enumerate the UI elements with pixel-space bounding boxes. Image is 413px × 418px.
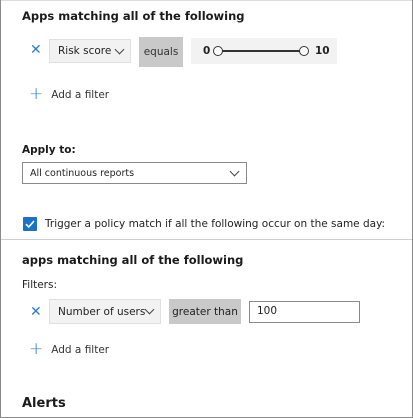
section2-heading: apps matching all of the following — [22, 253, 244, 267]
risk-range-slider[interactable]: 0 10 — [191, 38, 337, 64]
dropdown-value: All continuous reports — [30, 167, 135, 179]
risk-score-select[interactable]: Risk score — [49, 39, 131, 63]
range-min-label: 0 — [203, 45, 211, 57]
add-filter-label: Add a filter — [51, 88, 110, 101]
operator-greater-than[interactable]: greater than — [169, 299, 241, 324]
slider-track — [217, 50, 305, 52]
apply-to-dropdown[interactable]: All continuous reports — [22, 162, 247, 184]
checkmark-icon — [25, 220, 35, 229]
trigger-checkbox[interactable] — [23, 217, 37, 231]
plus-icon: + — [29, 84, 44, 104]
chevron-down-icon — [144, 304, 155, 315]
add-filter-label: Add a filter — [51, 343, 110, 356]
chevron-down-icon — [229, 166, 240, 176]
select-value: Risk score — [58, 45, 112, 57]
close-icon[interactable]: ✕ — [30, 305, 42, 319]
filters-label: Filters: — [22, 279, 58, 291]
add-filter-button-2[interactable]: + Add a filter — [29, 341, 109, 358]
plus-icon: + — [29, 339, 44, 359]
number-of-users-select[interactable]: Number of users — [49, 299, 161, 324]
slider-max-thumb[interactable] — [299, 46, 309, 56]
add-filter-button-1[interactable]: + Add a filter — [29, 86, 109, 103]
chevron-down-icon — [114, 44, 125, 54]
operator-equals[interactable]: equals — [139, 37, 183, 67]
users-value-input[interactable]: 100 — [249, 301, 360, 323]
top-divider — [1, 0, 412, 1]
operator-label: equals — [143, 46, 179, 58]
select-value: Number of users — [58, 305, 146, 318]
section1-heading: Apps matching all of the following — [22, 9, 245, 23]
close-icon[interactable]: ✕ — [30, 43, 42, 57]
slider-min-thumb[interactable] — [213, 46, 223, 56]
trigger-checkbox-label: Trigger a policy match if all the follow… — [45, 218, 386, 230]
alerts-heading: Alerts — [22, 396, 66, 411]
operator-label: greater than — [172, 305, 238, 318]
section-divider — [1, 239, 412, 240]
range-max-label: 10 — [315, 45, 330, 57]
apply-to-label: Apply to: — [22, 144, 76, 156]
